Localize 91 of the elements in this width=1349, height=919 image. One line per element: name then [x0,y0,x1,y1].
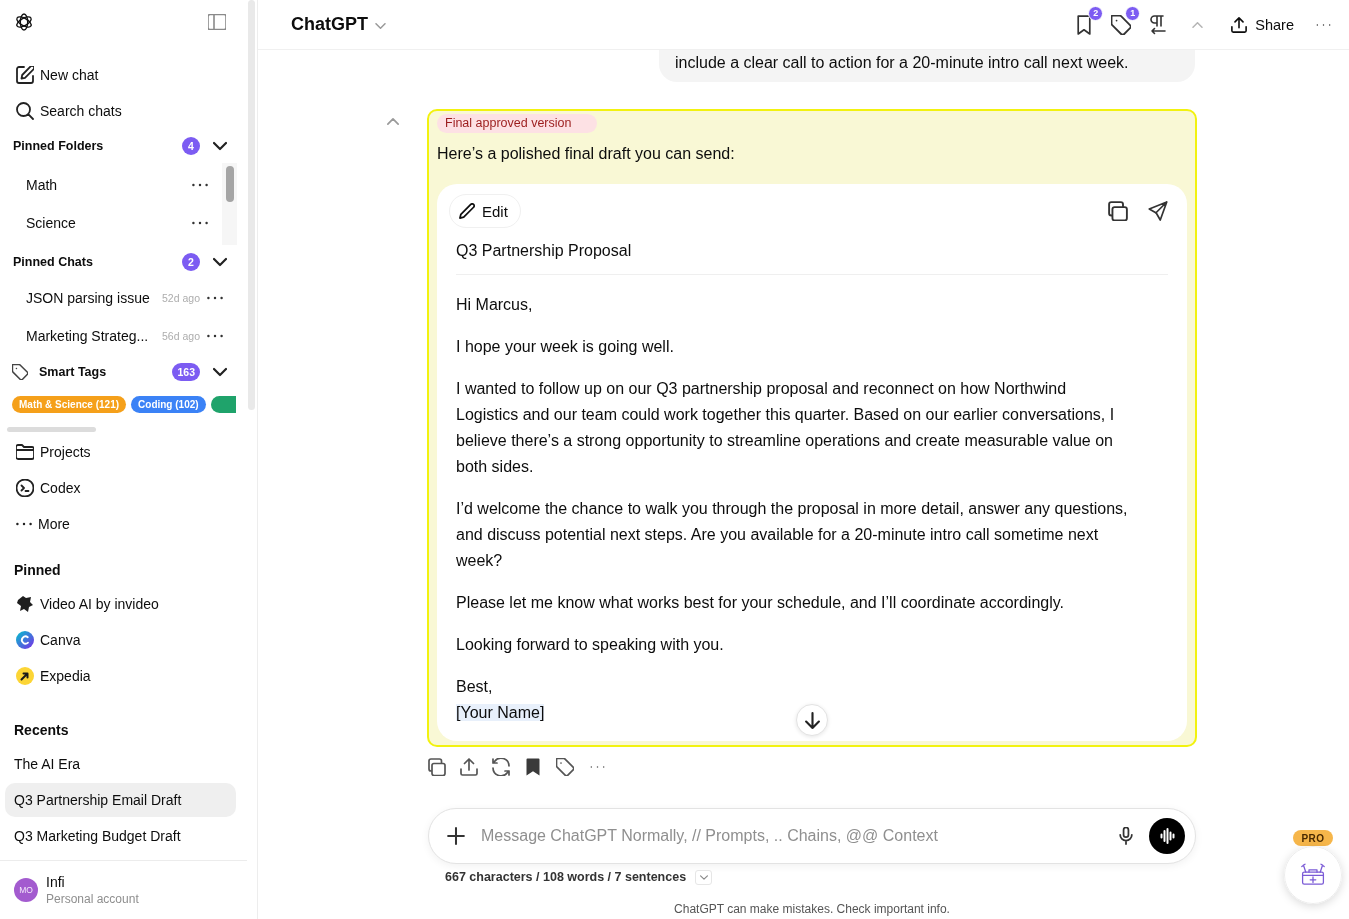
tag-icon[interactable] [1111,14,1132,35]
more-icon[interactable] [207,296,223,300]
folder-item[interactable]: Math [0,166,222,204]
email-paragraph: I’d welcome the chance to walk you through the proposal in more detail, answer any questions, and discuss potential next steps. Are you available for a 20-minute intro call sometime next week? [456,499,1129,571]
section-title: Smart Tags [39,365,108,379]
tag-icon[interactable] [556,758,574,776]
disclaimer-text: ChatGPT can make mistakes. Check important info. [673,901,951,917]
email-paragraph: I hope your week is going well. [456,337,675,357]
section-title: Pinned Folders [13,139,105,153]
sidebar-item[interactable]: More [0,506,247,542]
recent-chat-item[interactable]: Q3 Marketing Budget Draft [5,819,236,853]
chat-age: 52d ago [162,292,200,304]
email-paragraph: I wanted to follow up on our Q3 partnership proposal and reconnect on how Northwind Logistics and our team could work together this quarter. Based on our earlier conversations, I believe there’s a strong opportunity to streamline operations and create measurable value on both sides. [456,379,1116,477]
recent-chat-item[interactable]: The AI Era [5,747,236,781]
response-intro: Here’s a polished final draft you can send: [437,144,736,164]
account-name: Infi [46,873,65,891]
chevron-down-icon[interactable] [213,255,227,269]
logo-icon[interactable] [14,12,34,32]
pro-tools-button[interactable]: PRO [1284,830,1342,904]
sidebar-toggle-icon[interactable] [208,14,226,30]
pencil-icon [459,203,475,219]
arc-circle-icon [16,631,34,649]
more-icon[interactable] [207,334,223,338]
tag-icon [12,364,28,380]
search-icon [16,102,34,120]
sidebar-item[interactable]: Projects [0,434,247,470]
section-title: Recents [13,721,69,740]
count-badge: 1 [1125,5,1141,21]
edit-button[interactable]: Edit [449,194,521,228]
arrow-down-icon [804,711,820,729]
count-badge: 2 [1088,5,1104,21]
scrollbar-thumb[interactable] [7,427,96,432]
arrow-circle-icon [16,667,34,685]
avatar[interactable]: MO [14,878,38,902]
email-paragraph: Hi Marcus, [456,295,534,315]
model-selector[interactable]: ChatGPT [291,14,386,35]
chevron-down-icon [375,22,386,29]
pilcrow-icon[interactable] [1148,14,1169,35]
sidebar-item[interactable]: New chat [0,57,247,93]
section-title: Pinned Chats [13,255,94,269]
recent-chat-item[interactable]: Q3 Partnership Email Draft [5,783,236,817]
plus-icon[interactable] [447,827,465,845]
share-button[interactable]: Share [1223,10,1302,39]
upload-icon [1231,16,1248,33]
message-field[interactable]: Message ChatGPT Normally, // Prompts, .. Chains, @@ Context [428,808,1196,864]
folder-item[interactable]: Science [0,204,222,242]
sign-off: Best, [456,678,493,695]
email-paragraph: Looking forward to speaking with you. [456,635,725,655]
bookmark-icon[interactable] [524,758,542,776]
more-icon[interactable] [192,183,208,187]
copy-icon[interactable] [1108,201,1128,221]
account-plan: Personal account [46,891,139,907]
sidebar-item[interactable]: Search chats [0,93,247,129]
chevron-down-icon [699,874,708,880]
email-subject: Q3 Partnership Proposal [456,241,633,261]
chat-age: 56d ago [162,330,200,342]
name-placeholder-field[interactable]: [Your Name] [456,704,545,721]
count-badge: 163 [172,363,200,381]
section-title: Pinned [13,561,61,580]
message-input[interactable]: Message ChatGPT Normally, // Prompts, .. Chains, @@ Context [481,827,1117,845]
scrollbar-thumb[interactable] [225,166,234,202]
chat-item[interactable]: Marketing Strateg... 56d ago [0,317,247,355]
send-icon[interactable] [1148,201,1168,221]
chat-item[interactable]: JSON parsing issue 52d ago [0,279,247,317]
toolbox-icon [1284,846,1342,904]
pinned-app-item[interactable]: Expedia [0,658,247,694]
composer-stats: 667 characters / 108 words / 7 sentences [445,870,687,884]
tag-chip[interactable]: Coding (102) [131,395,206,413]
count-badge: 2 [182,253,200,271]
tag-chip[interactable] [210,395,236,413]
chevron-up-icon[interactable] [387,118,399,125]
pinned-app-item[interactable]: Canva [0,622,247,658]
status-label: Final approved version [437,114,598,133]
sound-wave-icon[interactable] [1149,818,1185,854]
folder-icon [16,443,34,461]
email-paragraph: Please let me know what works best for your schedule, and I’ll coordinate accordingly. [456,593,1065,613]
upload-icon[interactable] [460,758,478,776]
chevron-down-icon[interactable] [213,139,227,153]
chevron-down-icon[interactable] [213,365,227,379]
more-icon[interactable] [192,221,208,225]
refresh-icon[interactable] [492,758,510,776]
compose-icon [16,66,34,84]
pinned-app-item[interactable]: Video AI by invideo [0,586,247,622]
sidebar-item[interactable]: Codex [0,470,247,506]
microphone-icon[interactable] [1117,827,1135,845]
copy-icon[interactable] [428,758,446,776]
spiky-badge-icon [16,595,34,613]
count-badge: 4 [182,137,200,155]
terminal-icon [16,479,34,497]
user-message-bubble: include a clear call to action for a 20-minute intro call next week. [659,50,1195,82]
more-icon [16,522,32,526]
